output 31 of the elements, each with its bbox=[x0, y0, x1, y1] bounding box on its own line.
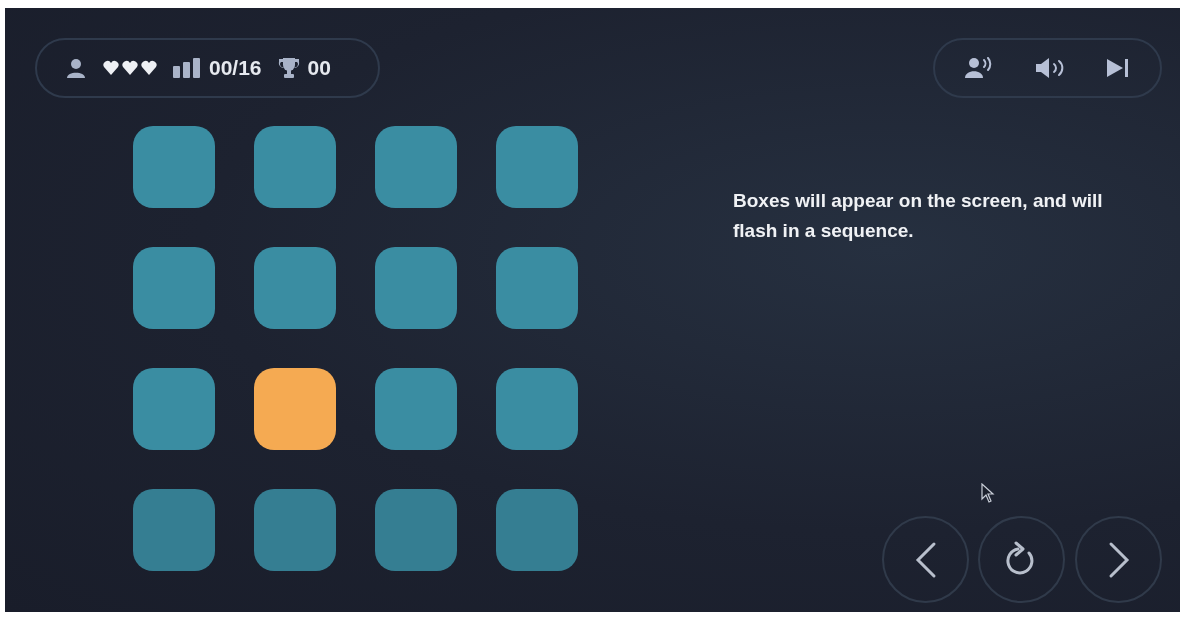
replay-button[interactable] bbox=[978, 516, 1065, 603]
trophy-count: 00 bbox=[307, 55, 331, 82]
tile[interactable] bbox=[496, 126, 578, 208]
tile[interactable] bbox=[254, 489, 336, 571]
tile[interactable] bbox=[375, 368, 457, 450]
mouse-pointer-icon bbox=[981, 483, 995, 503]
tile[interactable] bbox=[496, 247, 578, 329]
tile[interactable] bbox=[496, 368, 578, 450]
next-button[interactable] bbox=[1075, 516, 1162, 603]
tile[interactable] bbox=[496, 489, 578, 571]
skip-icon[interactable] bbox=[1106, 58, 1130, 78]
tile[interactable] bbox=[254, 368, 336, 450]
tile[interactable] bbox=[375, 489, 457, 571]
progress-count: 00/16 bbox=[209, 55, 262, 82]
hearts-icon bbox=[103, 60, 157, 76]
tile[interactable] bbox=[133, 489, 215, 571]
tile[interactable] bbox=[254, 247, 336, 329]
instruction-text: Boxes will appear on the screen, and will flash in a sequence. bbox=[733, 189, 1104, 244]
tile[interactable] bbox=[133, 368, 215, 450]
tile[interactable] bbox=[375, 247, 457, 329]
tile[interactable] bbox=[375, 126, 457, 208]
speaker-icon[interactable] bbox=[1034, 57, 1065, 79]
tile[interactable] bbox=[133, 126, 215, 208]
user-icon bbox=[65, 57, 87, 79]
chevron-left-icon bbox=[913, 540, 938, 579]
previous-button[interactable] bbox=[882, 516, 969, 603]
bar-chart-icon bbox=[173, 58, 201, 78]
trophy-icon bbox=[277, 57, 300, 79]
voice-icon[interactable] bbox=[965, 57, 993, 79]
tile[interactable] bbox=[254, 126, 336, 208]
tile[interactable] bbox=[133, 247, 215, 329]
